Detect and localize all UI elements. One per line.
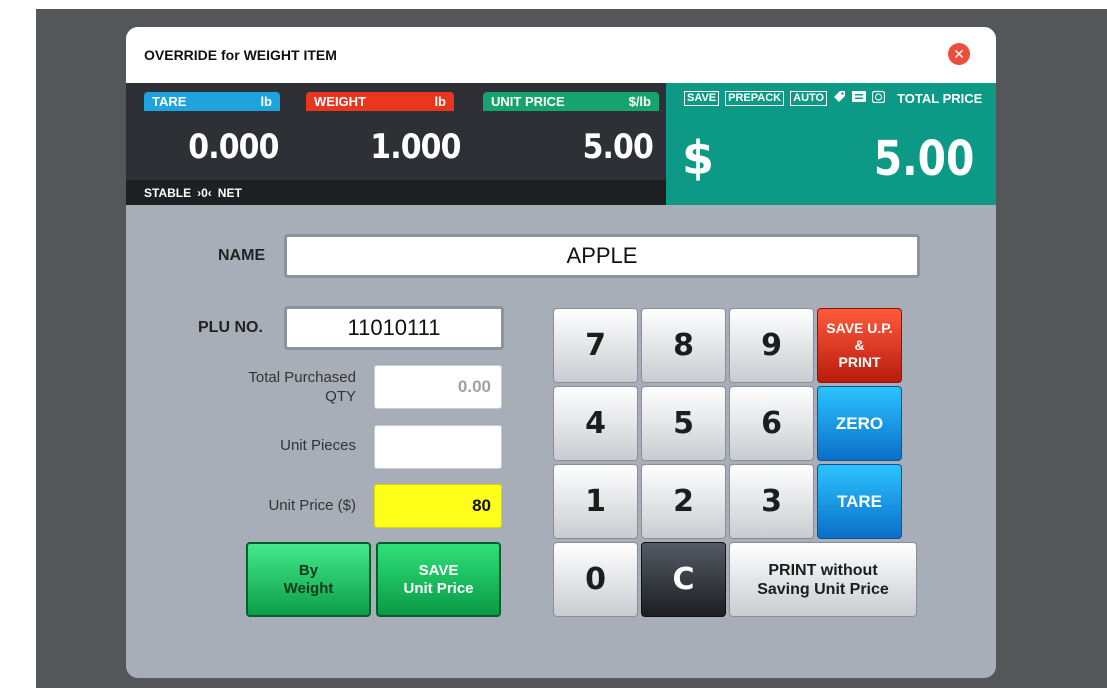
unit-price-input-label: Unit Price ($) [268, 497, 356, 514]
key-3[interactable]: 3 [729, 464, 814, 539]
tag-icon [833, 90, 846, 106]
by-weight-button[interactable]: By Weight [246, 542, 371, 617]
save-unit-price-line1: SAVE [418, 561, 459, 579]
mode-flags: SAVE PREPACK AUTO TOTAL PRICE [684, 90, 982, 106]
unit-pieces-label: Unit Pieces [280, 437, 356, 454]
key-8[interactable]: 8 [641, 308, 726, 383]
prepack-flag: PREPACK [725, 90, 785, 106]
clear-button[interactable]: C [641, 542, 726, 617]
save-unit-price-button[interactable]: SAVE Unit Price [376, 542, 501, 617]
tare-unit: lb [260, 94, 272, 109]
tare-label: TARE [152, 94, 187, 109]
unit-price-header: UNIT PRICE $/lb [483, 92, 659, 111]
unit-price-value: 5.00 [582, 127, 654, 167]
scale-display: TARE lb WEIGHT lb UNIT PRICE $/lb 0.000 … [126, 83, 996, 205]
weight-value: 1.000 [370, 127, 462, 167]
weight-label: WEIGHT [314, 94, 366, 109]
total-price-value: 5.00 [873, 131, 974, 187]
total-price-label: TOTAL PRICE [897, 90, 983, 106]
zero-indicator-icon: ›0‹ [197, 185, 212, 200]
label-icon [852, 91, 867, 105]
override-dialog: OVERRIDE for WEIGHT ITEM ✕ TARE lb WEIGH… [126, 27, 996, 678]
key-0[interactable]: 0 [553, 542, 638, 617]
clock-icon [871, 90, 886, 106]
by-weight-line1: By [298, 561, 319, 579]
unit-price-label: UNIT PRICE [491, 94, 565, 109]
zero-button[interactable]: ZERO [817, 386, 902, 461]
total-qty-field[interactable]: 0.00 [374, 365, 502, 409]
stable-indicator: STABLE [144, 185, 192, 200]
name-label: NAME [218, 247, 266, 264]
key-2[interactable]: 2 [641, 464, 726, 539]
unit-price-field[interactable]: 80 [374, 484, 502, 528]
scale-readout-panel: TARE lb WEIGHT lb UNIT PRICE $/lb 0.000 … [126, 83, 666, 205]
total-qty-label: Total Purchased QTY [248, 369, 356, 405]
save-up-print-line1: SAVE U.P. [826, 320, 893, 336]
currency-symbol: $ [682, 131, 715, 185]
close-icon: ✕ [953, 46, 965, 62]
close-button[interactable]: ✕ [948, 43, 970, 65]
dialog-title: OVERRIDE for WEIGHT ITEM [144, 47, 337, 63]
print-without-line1: PRINT without [768, 561, 878, 579]
save-up-print-line2: & [854, 337, 865, 353]
unit-pieces-field[interactable] [374, 425, 502, 469]
plu-field[interactable]: 11010111 [284, 306, 504, 350]
save-flag: SAVE [684, 90, 720, 106]
save-up-print-button[interactable]: SAVE U.P. & PRINT [817, 308, 902, 383]
name-field[interactable]: APPLE [284, 234, 920, 278]
dialog-titlebar: OVERRIDE for WEIGHT ITEM ✕ [126, 27, 996, 83]
tare-value: 0.000 [188, 127, 280, 167]
total-price-panel: SAVE PREPACK AUTO TOTAL PRICE $ 5.00 [666, 83, 996, 205]
plu-label: PLU NO. [198, 319, 263, 336]
auto-flag: AUTO [790, 90, 828, 106]
tare-button[interactable]: TARE [817, 464, 902, 539]
print-without-line2: Saving Unit Price [757, 580, 889, 598]
key-1[interactable]: 1 [553, 464, 638, 539]
key-5[interactable]: 5 [641, 386, 726, 461]
by-weight-line2: Weight [283, 579, 334, 597]
save-up-print-line3: PRINT [838, 354, 881, 370]
save-unit-price-line2: Unit Price [403, 579, 474, 597]
net-indicator: NET [217, 185, 242, 200]
key-9[interactable]: 9 [729, 308, 814, 383]
tare-header: TARE lb [144, 92, 280, 111]
weight-header: WEIGHT lb [306, 92, 454, 111]
scale-status-bar: STABLE ›0‹ NET [126, 180, 666, 205]
weight-unit: lb [434, 94, 446, 109]
unit-price-unit: $/lb [628, 94, 651, 109]
key-6[interactable]: 6 [729, 386, 814, 461]
key-4[interactable]: 4 [553, 386, 638, 461]
key-7[interactable]: 7 [553, 308, 638, 383]
print-without-saving-button[interactable]: PRINT without Saving Unit Price [729, 542, 917, 617]
